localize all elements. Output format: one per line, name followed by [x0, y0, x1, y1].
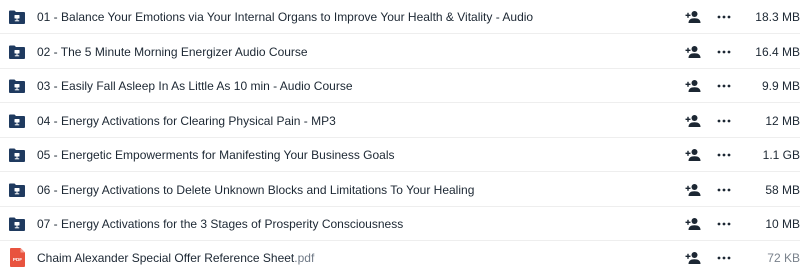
add-person-icon[interactable] — [685, 78, 701, 94]
file-name-text: 02 - The 5 Minute Morning Energizer Audi… — [37, 45, 308, 59]
file-size: 58 MB — [765, 183, 800, 197]
file-size: 12 MB — [765, 114, 800, 128]
file-name[interactable]: 06 - Energy Activations to Delete Unknow… — [37, 182, 474, 198]
pdf-badge-text: PDF — [13, 257, 22, 262]
add-person-icon[interactable] — [685, 113, 701, 129]
file-row[interactable]: 04 - Energy Activations for Clearing Phy… — [0, 104, 800, 138]
file-row[interactable]: 01 - Balance Your Emotions via Your Inte… — [0, 0, 800, 34]
file-size: 16.4 MB — [755, 45, 800, 59]
add-person-icon[interactable] — [685, 216, 701, 232]
add-person-icon[interactable] — [685, 250, 701, 266]
file-extension: .pdf — [294, 251, 315, 265]
pdf-file-icon: PDF — [10, 248, 25, 267]
file-name-text: 03 - Easily Fall Asleep In As Little As … — [37, 79, 353, 93]
file-name[interactable]: 07 - Energy Activations for the 3 Stages… — [37, 216, 403, 232]
file-name-text: 04 - Energy Activations for Clearing Phy… — [37, 114, 336, 128]
folder-icon — [9, 148, 25, 162]
folder-icon — [9, 183, 25, 197]
folder-icon — [9, 10, 25, 24]
add-person-icon[interactable] — [685, 44, 701, 60]
file-name-text: Chaim Alexander Special Offer Reference … — [37, 251, 295, 265]
file-name[interactable]: 02 - The 5 Minute Morning Energizer Audi… — [37, 44, 308, 60]
add-person-icon[interactable] — [685, 147, 701, 163]
folder-icon — [9, 45, 25, 59]
file-row[interactable]: 05 - Energetic Empowerments for Manifest… — [0, 138, 800, 172]
file-row[interactable]: 03 - Easily Fall Asleep In As Little As … — [0, 69, 800, 103]
folder-icon — [9, 217, 25, 231]
file-row[interactable]: 06 - Energy Activations to Delete Unknow… — [0, 173, 800, 207]
file-size: 18.3 MB — [755, 10, 800, 24]
file-name[interactable]: 01 - Balance Your Emotions via Your Inte… — [37, 9, 533, 25]
file-name-text: 01 - Balance Your Emotions via Your Inte… — [37, 10, 534, 24]
file-list: 01 - Balance Your Emotions via Your Inte… — [0, 0, 800, 271]
file-size: 72 KB — [767, 251, 800, 265]
file-name-text: 06 - Energy Activations to Delete Unknow… — [37, 183, 475, 197]
add-person-icon[interactable] — [685, 182, 701, 198]
file-size: 10 MB — [765, 217, 800, 231]
file-row[interactable]: 02 - The 5 Minute Morning Energizer Audi… — [0, 35, 800, 69]
file-size: 1.1 GB — [762, 148, 800, 162]
file-name[interactable]: 05 - Energetic Empowerments for Manifest… — [37, 147, 395, 163]
file-name[interactable]: Chaim Alexander Special Offer Reference … — [37, 250, 314, 266]
file-row[interactable]: PDF Chaim Alexander Special Offer Referen… — [0, 241, 800, 271]
file-name-text: 05 - Energetic Empowerments for Manifest… — [37, 148, 395, 162]
file-size: 9.9 MB — [761, 79, 800, 93]
file-name[interactable]: 03 - Easily Fall Asleep In As Little As … — [37, 78, 353, 94]
folder-icon — [9, 114, 25, 128]
file-name[interactable]: 04 - Energy Activations for Clearing Phy… — [37, 113, 336, 129]
file-name-text: 07 - Energy Activations for the 3 Stages… — [37, 217, 404, 231]
file-row[interactable]: 07 - Energy Activations for the 3 Stages… — [0, 207, 800, 241]
folder-icon — [9, 79, 25, 93]
add-person-icon[interactable] — [685, 9, 701, 25]
